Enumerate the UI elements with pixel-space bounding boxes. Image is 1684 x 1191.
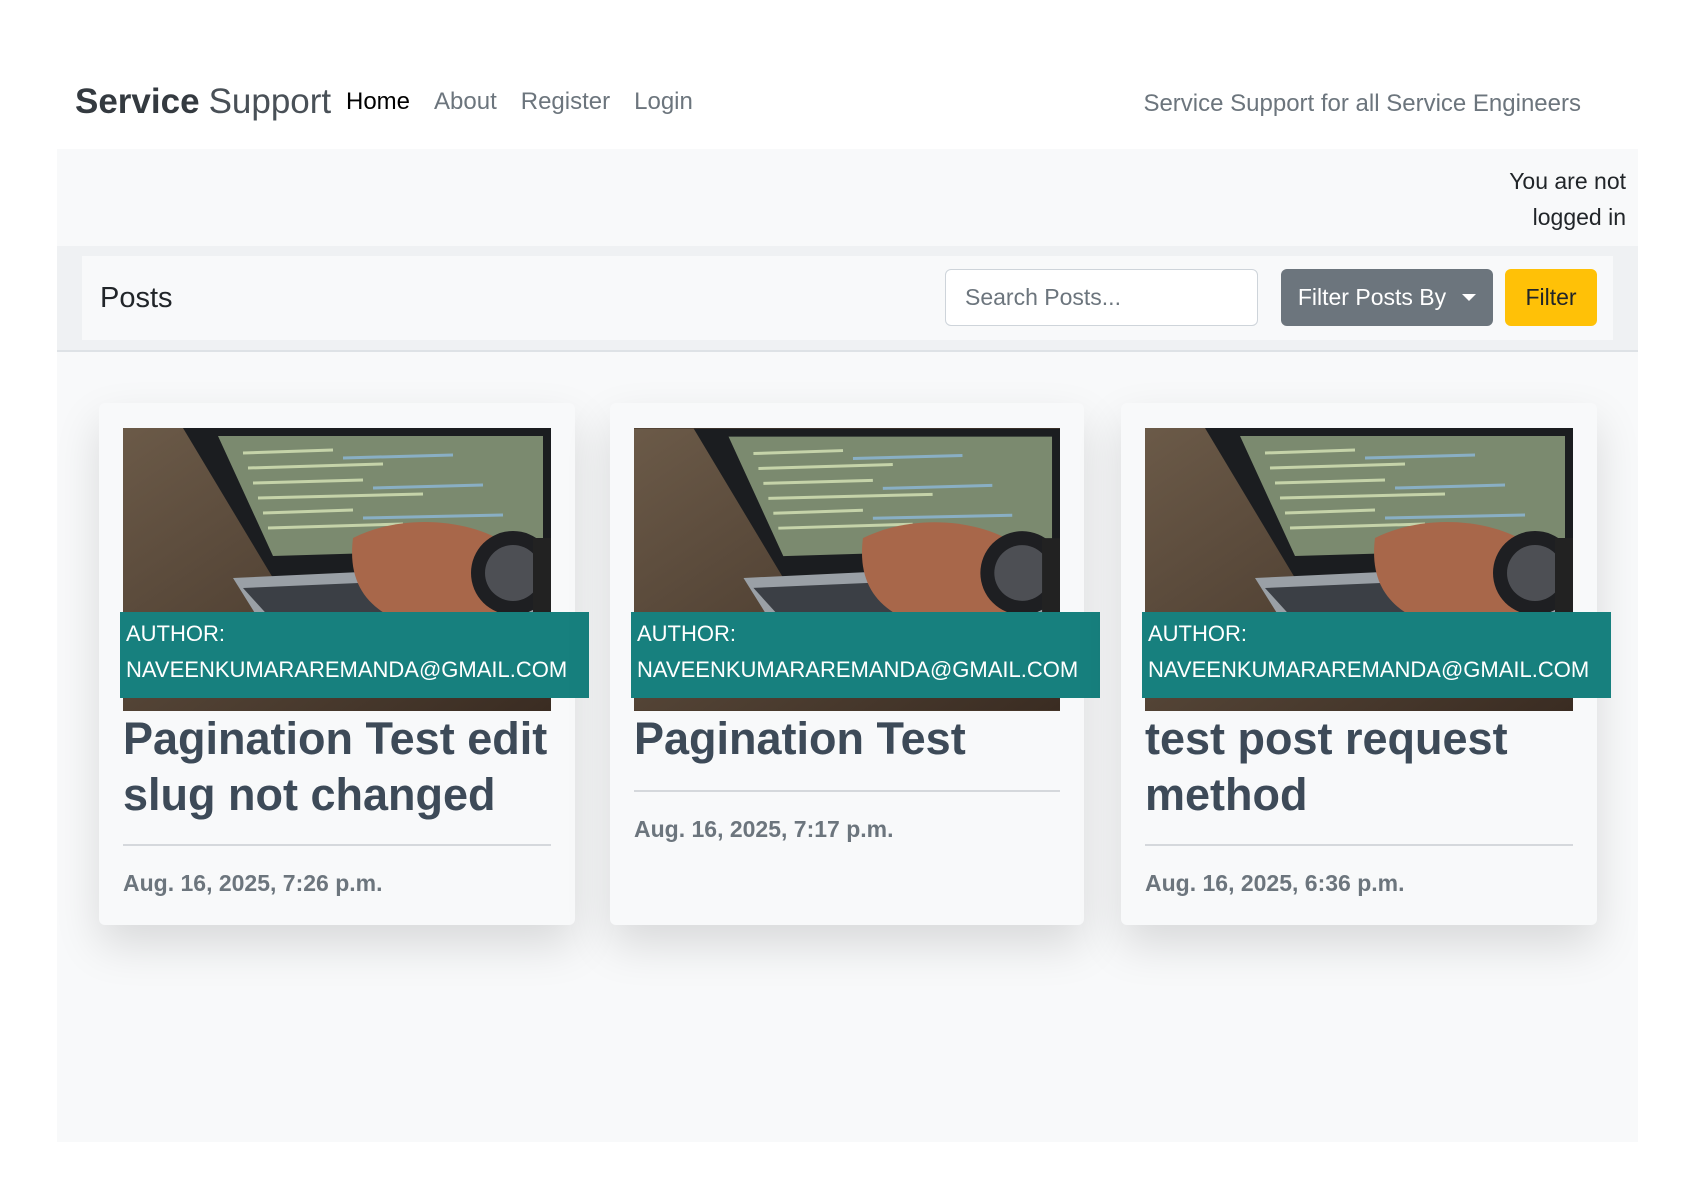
post-author-label: AUTHOR: [637,621,736,646]
navbar-tagline: Service Support for all Service Engineer… [1143,90,1581,117]
post-date: Aug. 16, 2025, 7:17 p.m. [634,816,894,842]
nav-link-about[interactable]: About [434,86,497,118]
post-divider [123,844,551,846]
post-divider [1145,844,1573,846]
brand-logo[interactable]: Service Support [75,80,331,124]
posts-toolbar-container: Posts Filter Posts By Filter [57,246,1638,352]
post-card[interactable]: AUTHOR: NAVEENKUMARAREMANDA@GMAIL.COM Pa… [610,403,1100,925]
post-title[interactable]: Pagination Test edit slug not changed [123,711,563,823]
brand-bold-text: Service [75,82,200,121]
filter-posts-by-label: Filter Posts By [1297,284,1447,310]
brand-light-text: Support [208,82,332,121]
nav-link-home[interactable]: Home [346,86,410,118]
post-date: Aug. 16, 2025, 7:26 p.m. [123,870,383,896]
post-author-band: AUTHOR: NAVEENKUMARAREMANDA@GMAIL.COM [631,612,1100,698]
nav-link-login[interactable]: Login [634,86,693,118]
search-posts-input[interactable] [945,269,1258,326]
post-card[interactable]: AUTHOR: NAVEENKUMARAREMANDA@GMAIL.COM Pa… [99,403,589,925]
nav-link-register[interactable]: Register [521,86,610,118]
post-author-email: NAVEENKUMARAREMANDA@GMAIL.COM [637,657,1079,682]
caret-down-icon [1462,294,1477,301]
post-author-email: NAVEENKUMARAREMANDA@GMAIL.COM [1148,657,1590,682]
posts-toolbar: Posts Filter Posts By Filter [82,256,1613,340]
posts-heading: Posts [100,282,173,314]
filter-posts-by-dropdown[interactable]: Filter Posts By [1281,269,1493,326]
post-card[interactable]: AUTHOR: NAVEENKUMARAREMANDA@GMAIL.COM te… [1121,403,1611,925]
post-author-email: NAVEENKUMARAREMANDA@GMAIL.COM [126,657,568,682]
filter-button[interactable]: Filter [1505,269,1597,326]
post-divider [634,790,1060,792]
post-date: Aug. 16, 2025, 6:36 p.m. [1145,870,1405,896]
login-status-text: You are not logged in [1509,168,1626,230]
navbar: Service Support Home About Register Login… [0,66,1684,140]
post-author-band: AUTHOR: NAVEENKUMARAREMANDA@GMAIL.COM [120,612,589,698]
post-title[interactable]: test post request method [1145,711,1585,823]
post-author-label: AUTHOR: [1148,621,1247,646]
post-author-label: AUTHOR: [126,621,225,646]
nav-links: Home About Register Login [346,86,717,118]
post-author-band: AUTHOR: NAVEENKUMARAREMANDA@GMAIL.COM [1142,612,1611,698]
post-title[interactable]: Pagination Test [634,711,1074,767]
